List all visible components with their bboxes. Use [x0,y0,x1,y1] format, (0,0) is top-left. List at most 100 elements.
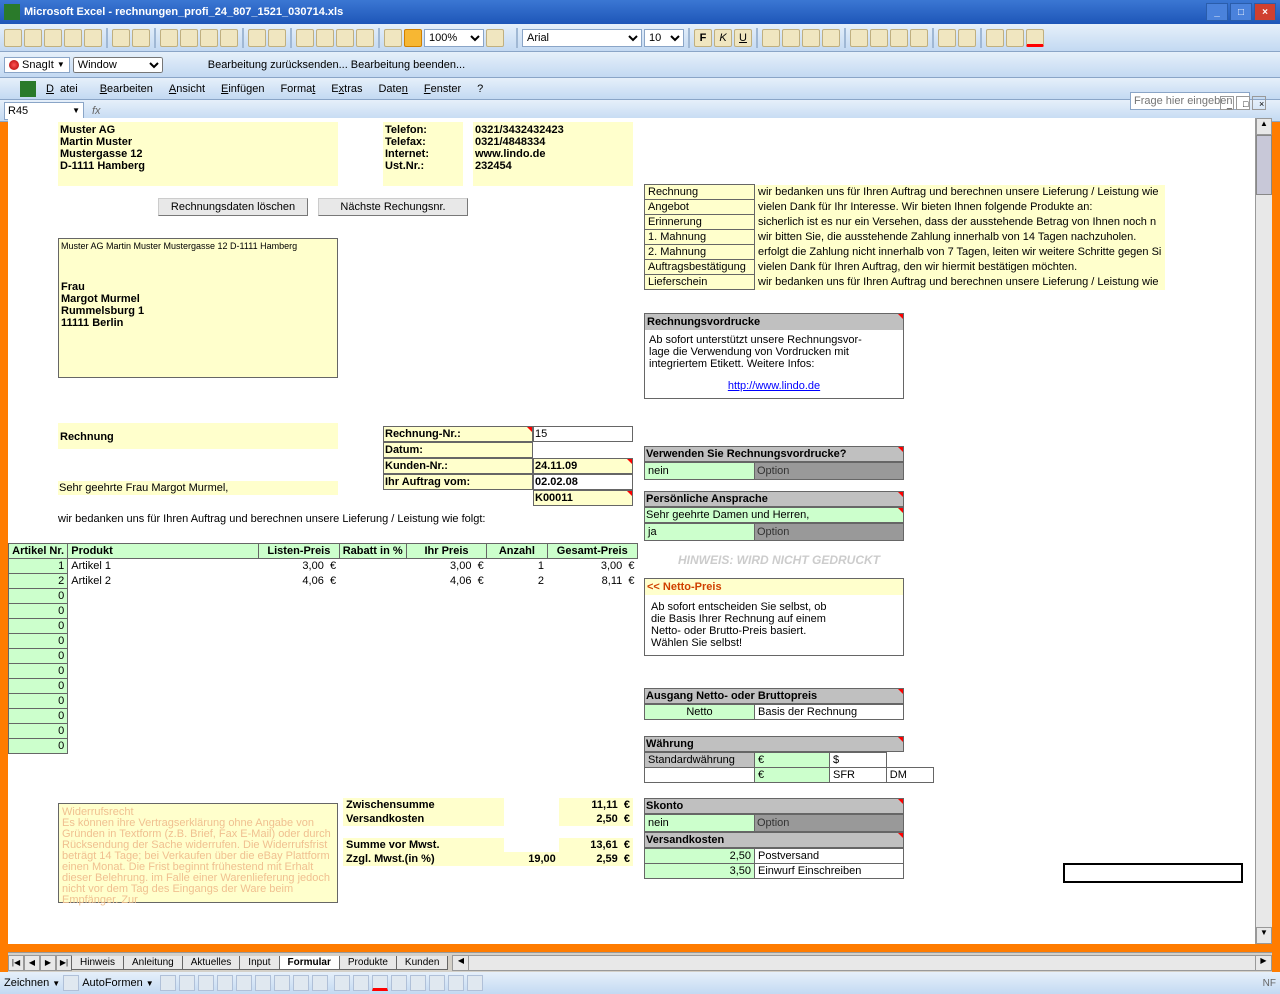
maximize-button[interactable]: □ [1230,3,1252,21]
vertical-scrollbar[interactable]: ▲ ▼ [1255,118,1272,944]
verwenden-value[interactable]: nein [645,463,755,480]
lindo-link[interactable]: http://www.lindo.de [728,380,820,392]
bold-icon[interactable]: F [694,29,712,47]
undo-icon[interactable] [248,29,266,47]
link-icon[interactable] [296,29,314,47]
worksheet[interactable]: Muster AG Martin Muster Mustergasse 12 D… [8,118,1272,944]
borders-icon[interactable] [986,29,1004,47]
chart-icon[interactable] [384,29,402,47]
align-center-icon[interactable] [782,29,800,47]
line-icon[interactable] [160,975,176,991]
table-row[interactable]: 1Artikel 13,00 €3,00 €13,00 € [9,559,638,574]
menu-daten[interactable]: Daten [372,81,413,97]
dash-style-icon[interactable] [410,975,426,991]
currency-icon[interactable] [850,29,868,47]
sort-asc-icon[interactable] [336,29,354,47]
doc-minimize-button[interactable]: _ [1220,96,1234,110]
autoformen-menu[interactable]: AutoFormen [82,977,143,989]
menu-datei[interactable]: Datei [40,81,90,97]
menu-fenster[interactable]: Fenster [418,81,467,97]
diagram-icon[interactable] [274,975,290,991]
help-icon[interactable] [486,29,504,47]
format-painter-icon[interactable] [220,29,238,47]
delete-invoice-button[interactable]: Rechnungsdaten löschen [158,198,308,216]
zeichnen-menu[interactable]: Zeichnen [4,977,49,989]
table-row[interactable]: 0 [9,679,638,694]
table-row[interactable]: 2Artikel 24,06 €4,06 €28,11 € [9,574,638,589]
table-row[interactable]: 0 [9,619,638,634]
tab-formular[interactable]: Formular [279,956,340,970]
3d-icon[interactable] [467,975,483,991]
table-row[interactable]: 0 [9,649,638,664]
indent-dec-icon[interactable] [938,29,956,47]
tab-next-button[interactable]: ▶ [40,955,56,971]
tab-aktuelles[interactable]: Aktuelles [182,956,241,970]
line-style-icon[interactable] [391,975,407,991]
open-icon[interactable] [24,29,42,47]
menu-help[interactable]: ? [471,81,489,97]
menu-extras[interactable]: Extras [325,81,368,97]
invoice-nr[interactable]: 15 [533,426,633,442]
font-color2-icon[interactable] [372,975,388,991]
arrow-icon[interactable] [179,975,195,991]
tab-prev-button[interactable]: ◀ [24,955,40,971]
percent-icon[interactable] [870,29,888,47]
menu-bearbeiten[interactable]: Bearbeiten [94,81,159,97]
tab-anleitung[interactable]: Anleitung [123,956,183,970]
rectangle-icon[interactable] [198,975,214,991]
minimize-button[interactable]: _ [1206,3,1228,21]
date-value[interactable]: 24.11.09 [533,458,633,474]
redo-icon[interactable] [268,29,286,47]
doc-restore-button[interactable]: □ [1236,96,1250,110]
excel-menu-icon[interactable] [20,81,36,97]
fontsize-select[interactable]: 10 [644,29,684,47]
sort-desc-icon[interactable] [356,29,374,47]
merge-icon[interactable] [822,29,840,47]
save-icon[interactable] [44,29,62,47]
window-select[interactable]: Window [73,57,163,73]
font-select[interactable]: Arial [522,29,642,47]
italic-icon[interactable]: K [714,29,732,47]
shadow-icon[interactable] [448,975,464,991]
ausgang-value[interactable]: Netto [645,705,755,720]
euro-icon[interactable] [910,29,928,47]
indent-inc-icon[interactable] [958,29,976,47]
clipart-icon[interactable] [293,975,309,991]
skonto-value[interactable]: nein [645,815,755,832]
align-right-icon[interactable] [802,29,820,47]
wordart-icon[interactable] [255,975,271,991]
print-icon[interactable] [64,29,82,47]
fx-icon[interactable]: fx [92,105,101,117]
tab-hinweis[interactable]: Hinweis [71,956,124,970]
tab-first-button[interactable]: |◀ [8,955,24,971]
tab-produkte[interactable]: Produkte [339,956,397,970]
sum-icon[interactable] [316,29,334,47]
align-left-icon[interactable] [762,29,780,47]
cut-icon[interactable] [160,29,178,47]
copy-icon[interactable] [180,29,198,47]
table-row[interactable]: 0 [9,589,638,604]
table-row[interactable]: 0 [9,604,638,619]
picture-icon[interactable] [312,975,328,991]
next-number-button[interactable]: Nächste Rechungsnr. [318,198,468,216]
thousands-icon[interactable] [890,29,908,47]
close-button[interactable]: × [1254,3,1276,21]
preview-icon[interactable] [84,29,102,47]
tab-last-button[interactable]: ▶| [56,955,72,971]
oval-icon[interactable] [217,975,233,991]
new-icon[interactable] [4,29,22,47]
ansprache-value[interactable]: Sehr geehrte Damen und Herren, [644,507,904,523]
line-color-icon[interactable] [353,975,369,991]
arrow-style-icon[interactable] [429,975,445,991]
table-row[interactable]: 0 [9,634,638,649]
horizontal-scrollbar[interactable]: ◀ ▶ [452,955,1272,971]
customer-nr[interactable]: K00011 [533,490,633,506]
spell-icon[interactable] [112,29,130,47]
tab-kunden[interactable]: Kunden [396,956,448,970]
drawing-icon[interactable] [404,29,422,47]
table-row[interactable]: 0 [9,739,638,754]
fill-color-icon[interactable] [1006,29,1024,47]
name-box[interactable]: R45▼ [4,102,84,120]
snagit-button[interactable]: SnagIt▼ [4,57,70,73]
menu-einfuegen[interactable]: Einfügen [215,81,270,97]
